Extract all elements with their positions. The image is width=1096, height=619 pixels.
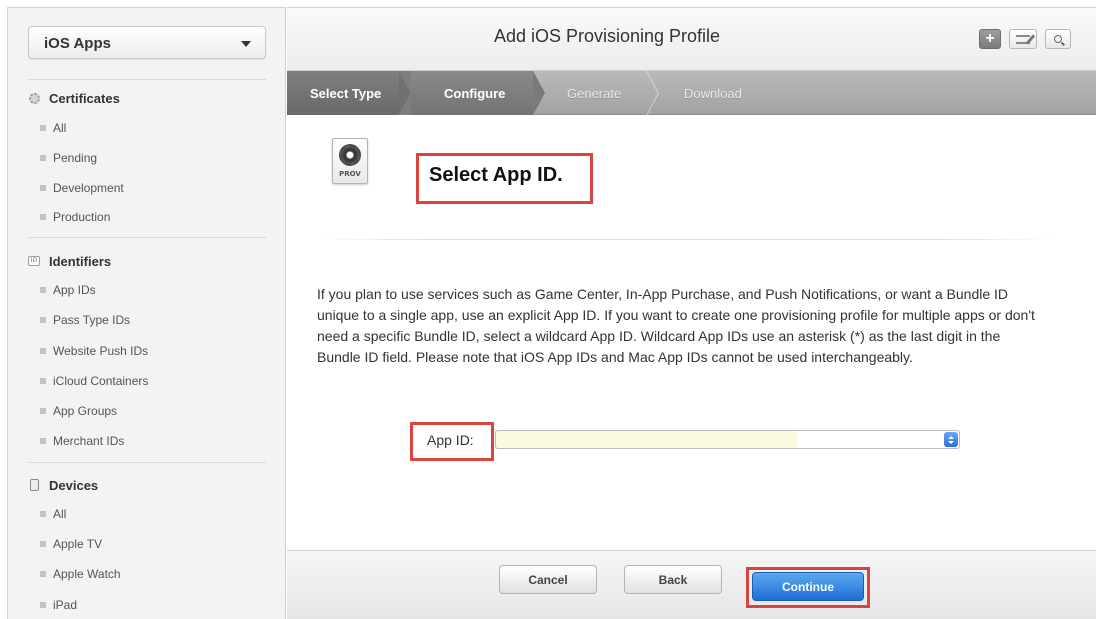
sidebar-section-identifiers[interactable]: ID Identifiers — [28, 251, 111, 271]
sidebar-item-label: Merchant IDs — [53, 434, 125, 448]
bullet-icon — [40, 185, 46, 191]
app-id-select[interactable] — [495, 430, 960, 449]
sidebar-item-app-groups[interactable]: App Groups — [40, 402, 117, 420]
sidebar-item-label: All — [53, 507, 67, 521]
title-bar: Add iOS Provisioning Profile + — [287, 7, 1096, 71]
sidebar-item-pass-type-ids[interactable]: Pass Type IDs — [40, 311, 130, 329]
step-progress-bar: Select Type Configure Generate Download — [287, 71, 1096, 115]
sidebar-item-label: Development — [53, 181, 124, 195]
sidebar-item-label: Pass Type IDs — [53, 313, 131, 327]
sidebar-item-ipad[interactable]: iPad — [40, 596, 77, 614]
step-generate: Generate — [567, 85, 622, 101]
description-text: If you plan to use services such as Game… — [317, 286, 1035, 365]
step-configure: Configure — [444, 85, 506, 101]
id-badge-icon: ID — [28, 255, 40, 267]
sidebar-section-title: Devices — [49, 477, 99, 493]
sidebar-section-certificates[interactable]: Certificates — [28, 88, 120, 108]
sidebar-divider — [28, 79, 266, 80]
sidebar-item-website-push-ids[interactable]: Website Push IDs — [40, 342, 148, 360]
sidebar-item-certificates-pending[interactable]: Pending — [40, 149, 97, 167]
sidebar-item-apple-tv[interactable]: Apple TV — [40, 535, 102, 553]
step-separator — [646, 71, 660, 115]
sidebar-item-certificates-all[interactable]: All — [40, 119, 66, 137]
certificate-gear-icon — [28, 92, 40, 104]
page-title: Add iOS Provisioning Profile — [493, 26, 721, 46]
sidebar-item-label: Pending — [53, 151, 98, 165]
bullet-icon — [40, 214, 46, 220]
bullet-icon — [40, 511, 46, 517]
sidebar-item-label: Website Push IDs — [53, 344, 149, 358]
step-select-type: Select Type — [310, 85, 382, 101]
bullet-icon — [40, 408, 46, 414]
id-badge-icon-text: ID — [28, 256, 40, 266]
plus-icon[interactable]: + — [979, 29, 1001, 49]
sidebar-item-label: App IDs — [53, 283, 96, 297]
select-stepper-icon — [944, 432, 958, 447]
bullet-icon — [40, 602, 46, 608]
sidebar-item-label: All — [53, 121, 67, 135]
provisioning-profile-icon: PROV — [332, 138, 368, 184]
continue-button[interactable]: Continue — [752, 572, 864, 601]
sidebar-item-app-ids[interactable]: App IDs — [40, 281, 96, 299]
main-panel: Add iOS Provisioning Profile + Select Ty… — [287, 7, 1096, 619]
sidebar-divider — [28, 462, 266, 463]
section-heading: Select App ID. — [429, 164, 563, 186]
sidebar-divider — [28, 237, 266, 238]
chevron-down-icon — [241, 41, 251, 47]
bullet-icon — [40, 317, 46, 323]
content-divider — [317, 239, 1056, 240]
sidebar-item-certificates-development[interactable]: Development — [40, 179, 124, 197]
platform-select[interactable]: iOS Apps — [28, 26, 266, 59]
step-download: Download — [684, 85, 742, 101]
sidebar-item-label: App Groups — [53, 404, 118, 418]
bullet-icon — [40, 571, 46, 577]
gear-icon — [339, 144, 361, 166]
device-icon — [28, 479, 40, 491]
sidebar-item-devices-all[interactable]: All — [40, 505, 66, 523]
bullet-icon — [40, 348, 46, 354]
sidebar-item-apple-watch[interactable]: Apple Watch — [40, 565, 121, 583]
cancel-button[interactable]: Cancel — [499, 565, 597, 594]
sidebar-item-label: Apple TV — [53, 537, 103, 551]
sidebar-item-label: Apple Watch — [53, 567, 121, 581]
sidebar-item-certificates-production[interactable]: Production — [40, 208, 110, 226]
sidebar: iOS Apps Certificates All Pending Develo… — [7, 7, 286, 619]
sidebar-item-merchant-ids[interactable]: Merchant IDs — [40, 432, 124, 450]
sidebar-item-label: Production — [53, 210, 111, 224]
bullet-icon — [40, 378, 46, 384]
bullet-icon — [40, 438, 46, 444]
bullet-icon — [40, 541, 46, 547]
edit-icon[interactable] — [1009, 29, 1037, 49]
sidebar-section-title: Identifiers — [49, 253, 112, 269]
sidebar-section-title: Certificates — [49, 90, 120, 106]
app-id-label: App ID: — [427, 432, 474, 448]
sidebar-section-devices[interactable]: Devices — [28, 475, 98, 495]
bullet-icon — [40, 125, 46, 131]
bullet-icon — [40, 155, 46, 161]
bullet-icon — [40, 287, 46, 293]
sidebar-item-label: iCloud Containers — [53, 374, 149, 388]
sidebar-item-icloud-containers[interactable]: iCloud Containers — [40, 372, 148, 390]
search-icon[interactable] — [1045, 29, 1071, 49]
sidebar-item-label: iPad — [53, 598, 78, 612]
platform-select-label: iOS Apps — [44, 35, 111, 52]
back-button[interactable]: Back — [624, 565, 722, 594]
provisioning-icon-label: PROV — [339, 170, 361, 178]
